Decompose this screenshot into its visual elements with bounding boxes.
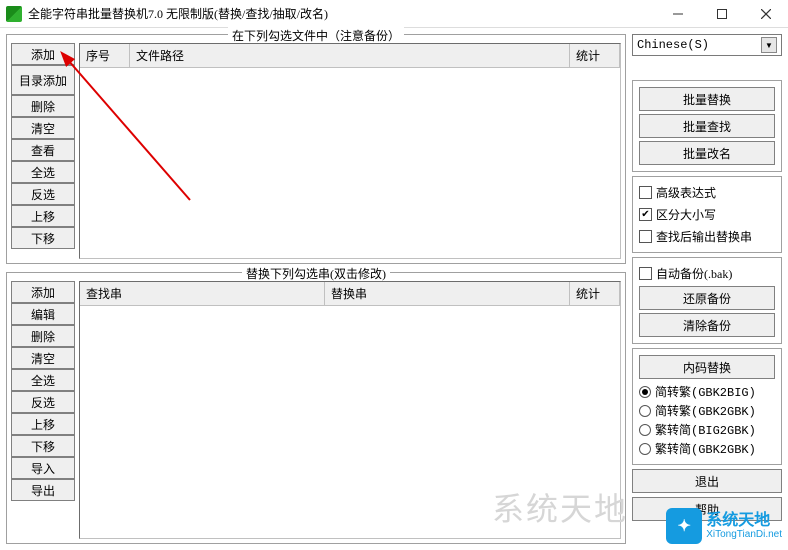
window-title: 全能字符串批量替换机7.0 无限制版(替换/查找/抽取/改名) bbox=[28, 5, 656, 22]
file-list-table[interactable]: 序号 文件路径 统计 bbox=[79, 43, 621, 259]
language-value: Chinese(S) bbox=[637, 38, 709, 52]
file-btn-1[interactable]: 目录添加 bbox=[11, 65, 75, 95]
string-btn-5[interactable]: 反选 bbox=[11, 391, 75, 413]
restore-backup-button[interactable]: 还原备份 bbox=[639, 286, 775, 310]
batch-rename-button[interactable]: 批量改名 bbox=[639, 141, 775, 165]
case-label: 区分大小写 bbox=[656, 206, 716, 223]
auto-backup-label: 自动备份(.bak) bbox=[656, 265, 732, 282]
radio-dot-icon bbox=[639, 424, 651, 436]
file-buttons-stack: 添加目录添加删除清空查看全选反选上移下移 bbox=[11, 43, 75, 259]
batch-actions-group: 批量替换 批量查找 批量改名 bbox=[632, 80, 782, 172]
chevron-down-icon bbox=[761, 37, 777, 53]
col-find[interactable]: 查找串 bbox=[80, 282, 325, 305]
encoding-group: 内码替换 简转繁(GBK2BIG) 简转繁(GBK2GBK) 繁转简(BIG2GBK… bbox=[632, 348, 782, 465]
string-btn-4[interactable]: 全选 bbox=[11, 369, 75, 391]
string-list-header: 查找串 替换串 统计 bbox=[80, 282, 620, 306]
col-path[interactable]: 文件路径 bbox=[130, 44, 570, 67]
auto-backup-checkbox[interactable]: 自动备份(.bak) bbox=[639, 264, 775, 283]
encoding-title-button[interactable]: 内码替换 bbox=[639, 355, 775, 379]
file-btn-4[interactable]: 查看 bbox=[11, 139, 75, 161]
replace-string-group: 替换下列勾选串(双击修改) 添加编辑删除清空全选反选上移下移导入导出 查找串 替… bbox=[6, 272, 626, 544]
replace-string-title: 替换下列勾选串(双击修改) bbox=[242, 265, 390, 282]
backup-group: 自动备份(.bak) 还原备份 清除备份 bbox=[632, 257, 782, 344]
file-selection-group: 在下列勾选文件中（注意备份） 添加目录添加删除清空查看全选反选上移下移 序号 文… bbox=[6, 34, 626, 264]
output-after-search-checkbox[interactable]: 查找后输出替换串 bbox=[639, 227, 775, 246]
watermark-url: XiTongTianDi.net bbox=[706, 529, 782, 540]
file-list-header: 序号 文件路径 统计 bbox=[80, 44, 620, 68]
file-btn-7[interactable]: 上移 bbox=[11, 205, 75, 227]
batch-replace-button[interactable]: 批量替换 bbox=[639, 87, 775, 111]
string-btn-7[interactable]: 下移 bbox=[11, 435, 75, 457]
language-dropdown[interactable]: Chinese(S) bbox=[632, 34, 782, 56]
encoding-radio-1[interactable]: 简转繁(GBK2GBK) bbox=[639, 401, 775, 420]
radio-dot-icon bbox=[639, 405, 651, 417]
watermark-cn: 系统天地 bbox=[706, 512, 782, 530]
string-list-table[interactable]: 查找串 替换串 统计 bbox=[79, 281, 621, 539]
file-btn-5[interactable]: 全选 bbox=[11, 161, 75, 183]
titlebar: 全能字符串批量替换机7.0 无限制版(替换/查找/抽取/改名) bbox=[0, 0, 788, 28]
encoding-label: 繁转简(BIG2GBK) bbox=[655, 421, 756, 438]
encoding-radio-0[interactable]: 简转繁(GBK2BIG) bbox=[639, 382, 775, 401]
watermark: ✦ 系统天地 XiTongTianDi.net bbox=[666, 508, 782, 544]
file-selection-title: 在下列勾选文件中（注意备份） bbox=[228, 27, 404, 44]
output-label: 查找后输出替换串 bbox=[656, 228, 752, 245]
string-btn-8[interactable]: 导入 bbox=[11, 457, 75, 479]
col-replace[interactable]: 替换串 bbox=[325, 282, 570, 305]
minimize-button[interactable] bbox=[656, 0, 700, 27]
col-num[interactable]: 序号 bbox=[80, 44, 130, 67]
col-stat[interactable]: 统计 bbox=[570, 44, 620, 67]
radio-dot-icon bbox=[639, 443, 651, 455]
file-btn-6[interactable]: 反选 bbox=[11, 183, 75, 205]
file-btn-2[interactable]: 删除 bbox=[11, 95, 75, 117]
string-btn-0[interactable]: 添加 bbox=[11, 281, 75, 303]
advanced-expression-checkbox[interactable]: 高级表达式 bbox=[639, 183, 775, 202]
string-btn-1[interactable]: 编辑 bbox=[11, 303, 75, 325]
file-btn-3[interactable]: 清空 bbox=[11, 117, 75, 139]
radio-dot-icon bbox=[639, 386, 651, 398]
file-btn-8[interactable]: 下移 bbox=[11, 227, 75, 249]
encoding-radio-2[interactable]: 繁转简(BIG2GBK) bbox=[639, 420, 775, 439]
string-btn-6[interactable]: 上移 bbox=[11, 413, 75, 435]
col-stat2[interactable]: 统计 bbox=[570, 282, 620, 305]
encoding-label: 简转繁(GBK2BIG) bbox=[655, 383, 756, 400]
advanced-label: 高级表达式 bbox=[656, 184, 716, 201]
case-sensitive-checkbox[interactable]: ✔ 区分大小写 bbox=[639, 205, 775, 224]
batch-find-button[interactable]: 批量查找 bbox=[639, 114, 775, 138]
encoding-label: 简转繁(GBK2GBK) bbox=[655, 402, 756, 419]
encoding-label: 繁转简(GBK2GBK) bbox=[655, 440, 756, 457]
clear-backup-button[interactable]: 清除备份 bbox=[639, 313, 775, 337]
exit-button[interactable]: 退出 bbox=[632, 469, 782, 493]
string-buttons-stack: 添加编辑删除清空全选反选上移下移导入导出 bbox=[11, 281, 75, 539]
app-icon bbox=[6, 6, 22, 22]
encoding-radio-3[interactable]: 繁转简(GBK2GBK) bbox=[639, 439, 775, 458]
string-btn-3[interactable]: 清空 bbox=[11, 347, 75, 369]
close-button[interactable] bbox=[744, 0, 788, 27]
maximize-button[interactable] bbox=[700, 0, 744, 27]
window-controls bbox=[656, 0, 788, 27]
options-group: 高级表达式 ✔ 区分大小写 查找后输出替换串 bbox=[632, 176, 782, 253]
watermark-icon: ✦ bbox=[666, 508, 702, 544]
file-btn-0[interactable]: 添加 bbox=[11, 43, 75, 65]
string-btn-9[interactable]: 导出 bbox=[11, 479, 75, 501]
string-btn-2[interactable]: 删除 bbox=[11, 325, 75, 347]
